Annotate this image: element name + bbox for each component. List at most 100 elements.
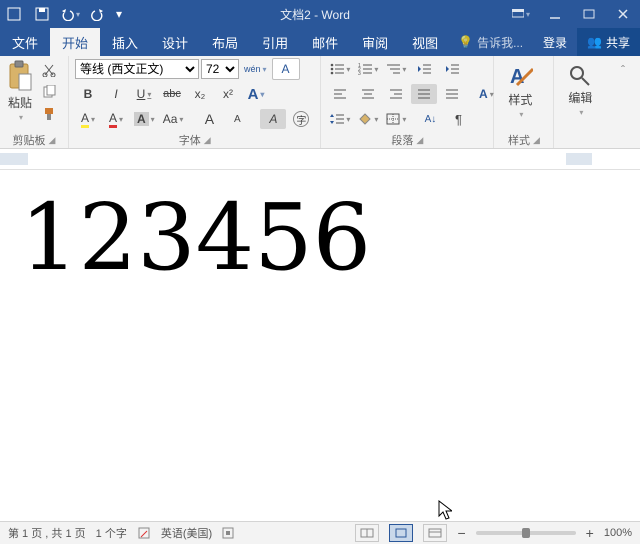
tab-review[interactable]: 审阅 bbox=[350, 28, 400, 56]
line-spacing-icon bbox=[330, 113, 344, 125]
undo-icon[interactable]: ▾ bbox=[56, 0, 84, 28]
strike-icon: abc bbox=[163, 88, 181, 100]
char-shading-icon: A bbox=[134, 112, 149, 126]
save-icon[interactable] bbox=[28, 0, 56, 28]
maximize-icon[interactable] bbox=[572, 0, 606, 28]
tab-home[interactable]: 开始 bbox=[50, 28, 100, 56]
italic-button[interactable]: I bbox=[103, 84, 129, 104]
paste-button[interactable]: 粘贴 ▾ bbox=[6, 58, 34, 124]
ribbon-display-icon[interactable]: ▾ bbox=[504, 0, 538, 28]
document-text[interactable]: 123456 bbox=[20, 192, 630, 284]
grow-font-icon: A bbox=[205, 111, 214, 127]
app-icon[interactable] bbox=[0, 0, 28, 28]
underline-button[interactable]: U▾ bbox=[131, 84, 157, 104]
window-title: 文档2 - Word bbox=[126, 6, 504, 23]
shrink-font-button[interactable]: A bbox=[224, 109, 250, 129]
zoom-level[interactable]: 100% bbox=[604, 527, 632, 539]
bulb-icon: 💡 bbox=[458, 35, 473, 49]
zoom-in-button[interactable]: + bbox=[586, 525, 594, 541]
asian-layout-icon: A bbox=[479, 87, 488, 101]
word-count[interactable]: 1 个字 bbox=[96, 525, 127, 541]
clipboard-launcher[interactable]: ◢ bbox=[49, 135, 56, 146]
line-spacing-button[interactable]: ▾ bbox=[327, 109, 353, 129]
tab-design[interactable]: 设计 bbox=[150, 28, 200, 56]
phonetic-guide-button[interactable]: wén▾ bbox=[241, 59, 270, 79]
page-status[interactable]: 第 1 页 , 共 1 页 bbox=[8, 525, 86, 541]
share-button[interactable]: 👥共享 bbox=[577, 28, 640, 56]
font-color-button[interactable]: A▾ bbox=[103, 109, 129, 129]
page[interactable]: 123456 bbox=[20, 176, 630, 521]
minimize-icon[interactable] bbox=[538, 0, 572, 28]
bold-icon: B bbox=[84, 87, 93, 101]
change-case-button[interactable]: Aa▾ bbox=[160, 109, 187, 129]
mouse-cursor-icon bbox=[438, 500, 452, 520]
align-right-button[interactable] bbox=[383, 84, 409, 104]
highlight-button[interactable]: A▾ bbox=[75, 109, 101, 129]
bold-button[interactable]: B bbox=[75, 84, 101, 104]
distribute-button[interactable] bbox=[439, 84, 465, 104]
macro-icon[interactable] bbox=[222, 527, 234, 539]
copy-button[interactable] bbox=[36, 82, 62, 102]
redo-icon[interactable] bbox=[84, 0, 112, 28]
tab-layout[interactable]: 布局 bbox=[200, 28, 250, 56]
zoom-out-button[interactable]: − bbox=[457, 525, 465, 541]
enclose-char-button[interactable]: 字 bbox=[288, 109, 314, 129]
editing-label: 编辑 bbox=[568, 89, 592, 106]
strike-button[interactable]: abc bbox=[159, 84, 185, 104]
justify-button[interactable] bbox=[411, 84, 437, 104]
char-shading-button[interactable]: A▾ bbox=[131, 109, 158, 129]
editing-button[interactable]: 编辑 ▾ bbox=[560, 58, 600, 124]
align-center-button[interactable] bbox=[355, 84, 381, 104]
bullets-button[interactable]: ▾ bbox=[327, 59, 353, 79]
sort-button[interactable]: A↓ bbox=[417, 109, 443, 129]
superscript-button[interactable]: x² bbox=[215, 84, 241, 104]
format-painter-button[interactable] bbox=[36, 104, 62, 124]
clear-format-button[interactable]: A bbox=[260, 109, 286, 129]
ruler[interactable] bbox=[0, 149, 640, 170]
decrease-indent-button[interactable] bbox=[411, 59, 437, 79]
subscript-button[interactable]: x₂ bbox=[187, 84, 213, 104]
zoom-slider[interactable] bbox=[476, 531, 576, 535]
tab-mailings[interactable]: 邮件 bbox=[300, 28, 350, 56]
char-border-button[interactable]: A bbox=[272, 58, 300, 80]
numbering-button[interactable]: 123▾ bbox=[355, 59, 381, 79]
close-icon[interactable] bbox=[606, 0, 640, 28]
qat-customize-icon[interactable]: ▾ bbox=[112, 0, 126, 28]
print-layout-button[interactable] bbox=[389, 524, 413, 542]
paste-icon bbox=[6, 60, 34, 92]
tab-references[interactable]: 引用 bbox=[250, 28, 300, 56]
font-name-select[interactable]: 等线 (西文正文) bbox=[75, 59, 199, 79]
tab-view[interactable]: 视图 bbox=[400, 28, 450, 56]
tab-file[interactable]: 文件 bbox=[0, 28, 50, 56]
font-size-select[interactable]: 72 bbox=[201, 59, 239, 79]
increase-indent-button[interactable] bbox=[439, 59, 465, 79]
tab-insert[interactable]: 插入 bbox=[100, 28, 150, 56]
status-bar: 第 1 页 , 共 1 页 1 个字 英语(美国) − + 100% bbox=[0, 521, 640, 544]
language-status[interactable]: 英语(美国) bbox=[161, 525, 212, 541]
spelling-icon[interactable] bbox=[137, 526, 151, 540]
styles-launcher[interactable]: ◢ bbox=[533, 135, 540, 146]
paragraph-launcher[interactable]: ◢ bbox=[416, 135, 423, 146]
collapse-ribbon-button[interactable]: ˆ bbox=[610, 60, 636, 80]
read-mode-button[interactable] bbox=[355, 524, 379, 542]
text-effects-button[interactable]: A▾ bbox=[243, 84, 269, 104]
show-marks-button[interactable]: ¶ bbox=[445, 109, 471, 129]
align-center-icon bbox=[361, 88, 375, 100]
ribbon: 粘贴 ▾ 剪贴板◢ 等线 (西文正文) 72 wén▾ A bbox=[0, 56, 640, 149]
document-area[interactable]: 123456 bbox=[0, 170, 640, 521]
multilevel-button[interactable]: ▾ bbox=[383, 59, 409, 79]
tell-me[interactable]: 💡告诉我... bbox=[450, 28, 531, 56]
titlebar: ▾ ▾ 文档2 - Word ▾ bbox=[0, 0, 640, 28]
cut-button[interactable] bbox=[36, 60, 62, 80]
font-group-label: 字体 bbox=[179, 132, 201, 148]
styles-label: 样式 bbox=[508, 91, 532, 108]
zoom-thumb[interactable] bbox=[522, 528, 530, 538]
grow-font-button[interactable]: A bbox=[196, 109, 222, 129]
styles-button[interactable]: A 样式 ▾ bbox=[500, 58, 540, 124]
web-layout-button[interactable] bbox=[423, 524, 447, 542]
borders-button[interactable]: ▾ bbox=[383, 109, 409, 129]
align-left-button[interactable] bbox=[327, 84, 353, 104]
font-launcher[interactable]: ◢ bbox=[204, 135, 211, 146]
login-button[interactable]: 登录 bbox=[533, 28, 577, 56]
shading-button[interactable]: ▾ bbox=[355, 109, 381, 129]
